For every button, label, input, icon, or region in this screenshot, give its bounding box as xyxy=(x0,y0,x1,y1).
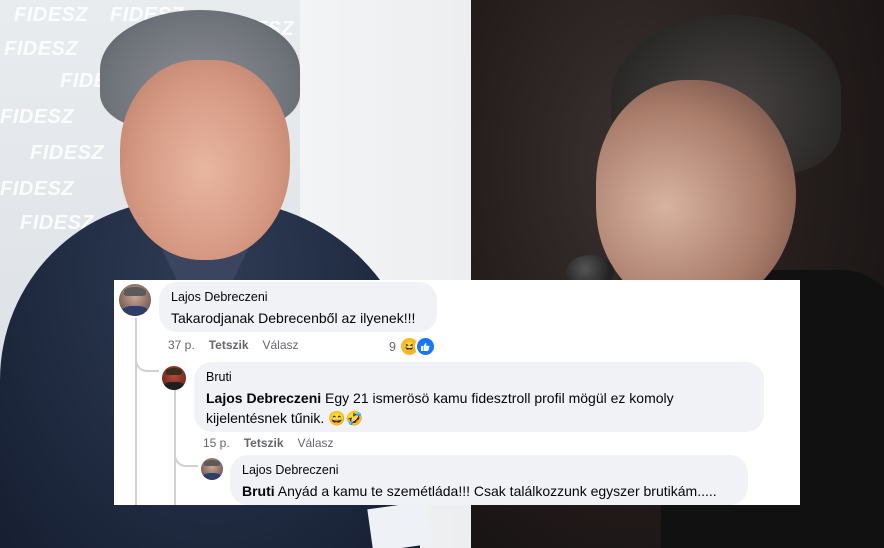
mention-link[interactable]: Lajos Debreczeni xyxy=(206,390,321,406)
mention-link[interactable]: Bruti xyxy=(242,483,275,499)
face xyxy=(120,60,290,260)
thread-connector xyxy=(174,447,198,467)
comment-bubble: Bruti Lajos Debreczeni Egy 21 ismerösö k… xyxy=(194,362,764,432)
document-paper xyxy=(367,501,433,548)
watermark: FIDESZ xyxy=(30,142,105,164)
thread-line xyxy=(135,318,137,505)
like-button[interactable]: Tetszik xyxy=(244,436,284,450)
thread-connector xyxy=(135,352,159,372)
face xyxy=(596,80,796,310)
like-icon xyxy=(414,336,436,357)
watermark: FIDESZ xyxy=(14,4,89,26)
comment-text: Anyád a kamu te szemétláda!!! Csak talál… xyxy=(274,483,717,499)
comment-bubble: Lajos Debreczeni Takarodjanak Debrecenbő… xyxy=(159,282,437,332)
comment-text: Takarodjanak Debrecenből az ilyenek!!! xyxy=(171,310,416,326)
comment-author[interactable]: Lajos Debreczeni xyxy=(242,463,736,477)
comment-actions: 37 p. Tetszik Válasz xyxy=(168,338,299,352)
comment-author[interactable]: Lajos Debreczeni xyxy=(171,290,425,304)
avatar[interactable] xyxy=(162,366,186,390)
watermark: FIDESZ xyxy=(0,106,75,128)
comment-time[interactable]: 37 p. xyxy=(168,338,195,352)
reaction-count: 9 xyxy=(389,339,396,354)
avatar[interactable] xyxy=(201,458,223,480)
comment-thread: Lajos Debreczeni Takarodjanak Debrecenbő… xyxy=(114,280,800,505)
reply-button[interactable]: Válasz xyxy=(298,436,334,450)
comment-author[interactable]: Bruti xyxy=(206,370,752,384)
avatar[interactable] xyxy=(119,284,151,316)
watermark: FIDESZ xyxy=(0,178,75,200)
comment-actions: 15 p. Tetszik Válasz xyxy=(203,436,334,450)
reply-button[interactable]: Válasz xyxy=(263,338,299,352)
comment-time[interactable]: 15 p. xyxy=(203,436,230,450)
reaction-summary[interactable]: 9 😆 xyxy=(389,336,436,357)
watermark: FIDESZ xyxy=(4,38,79,60)
comment-bubble: Lajos Debreczeni Bruti Anyád a kamu te s… xyxy=(230,455,748,505)
like-button[interactable]: Tetszik xyxy=(209,338,249,352)
